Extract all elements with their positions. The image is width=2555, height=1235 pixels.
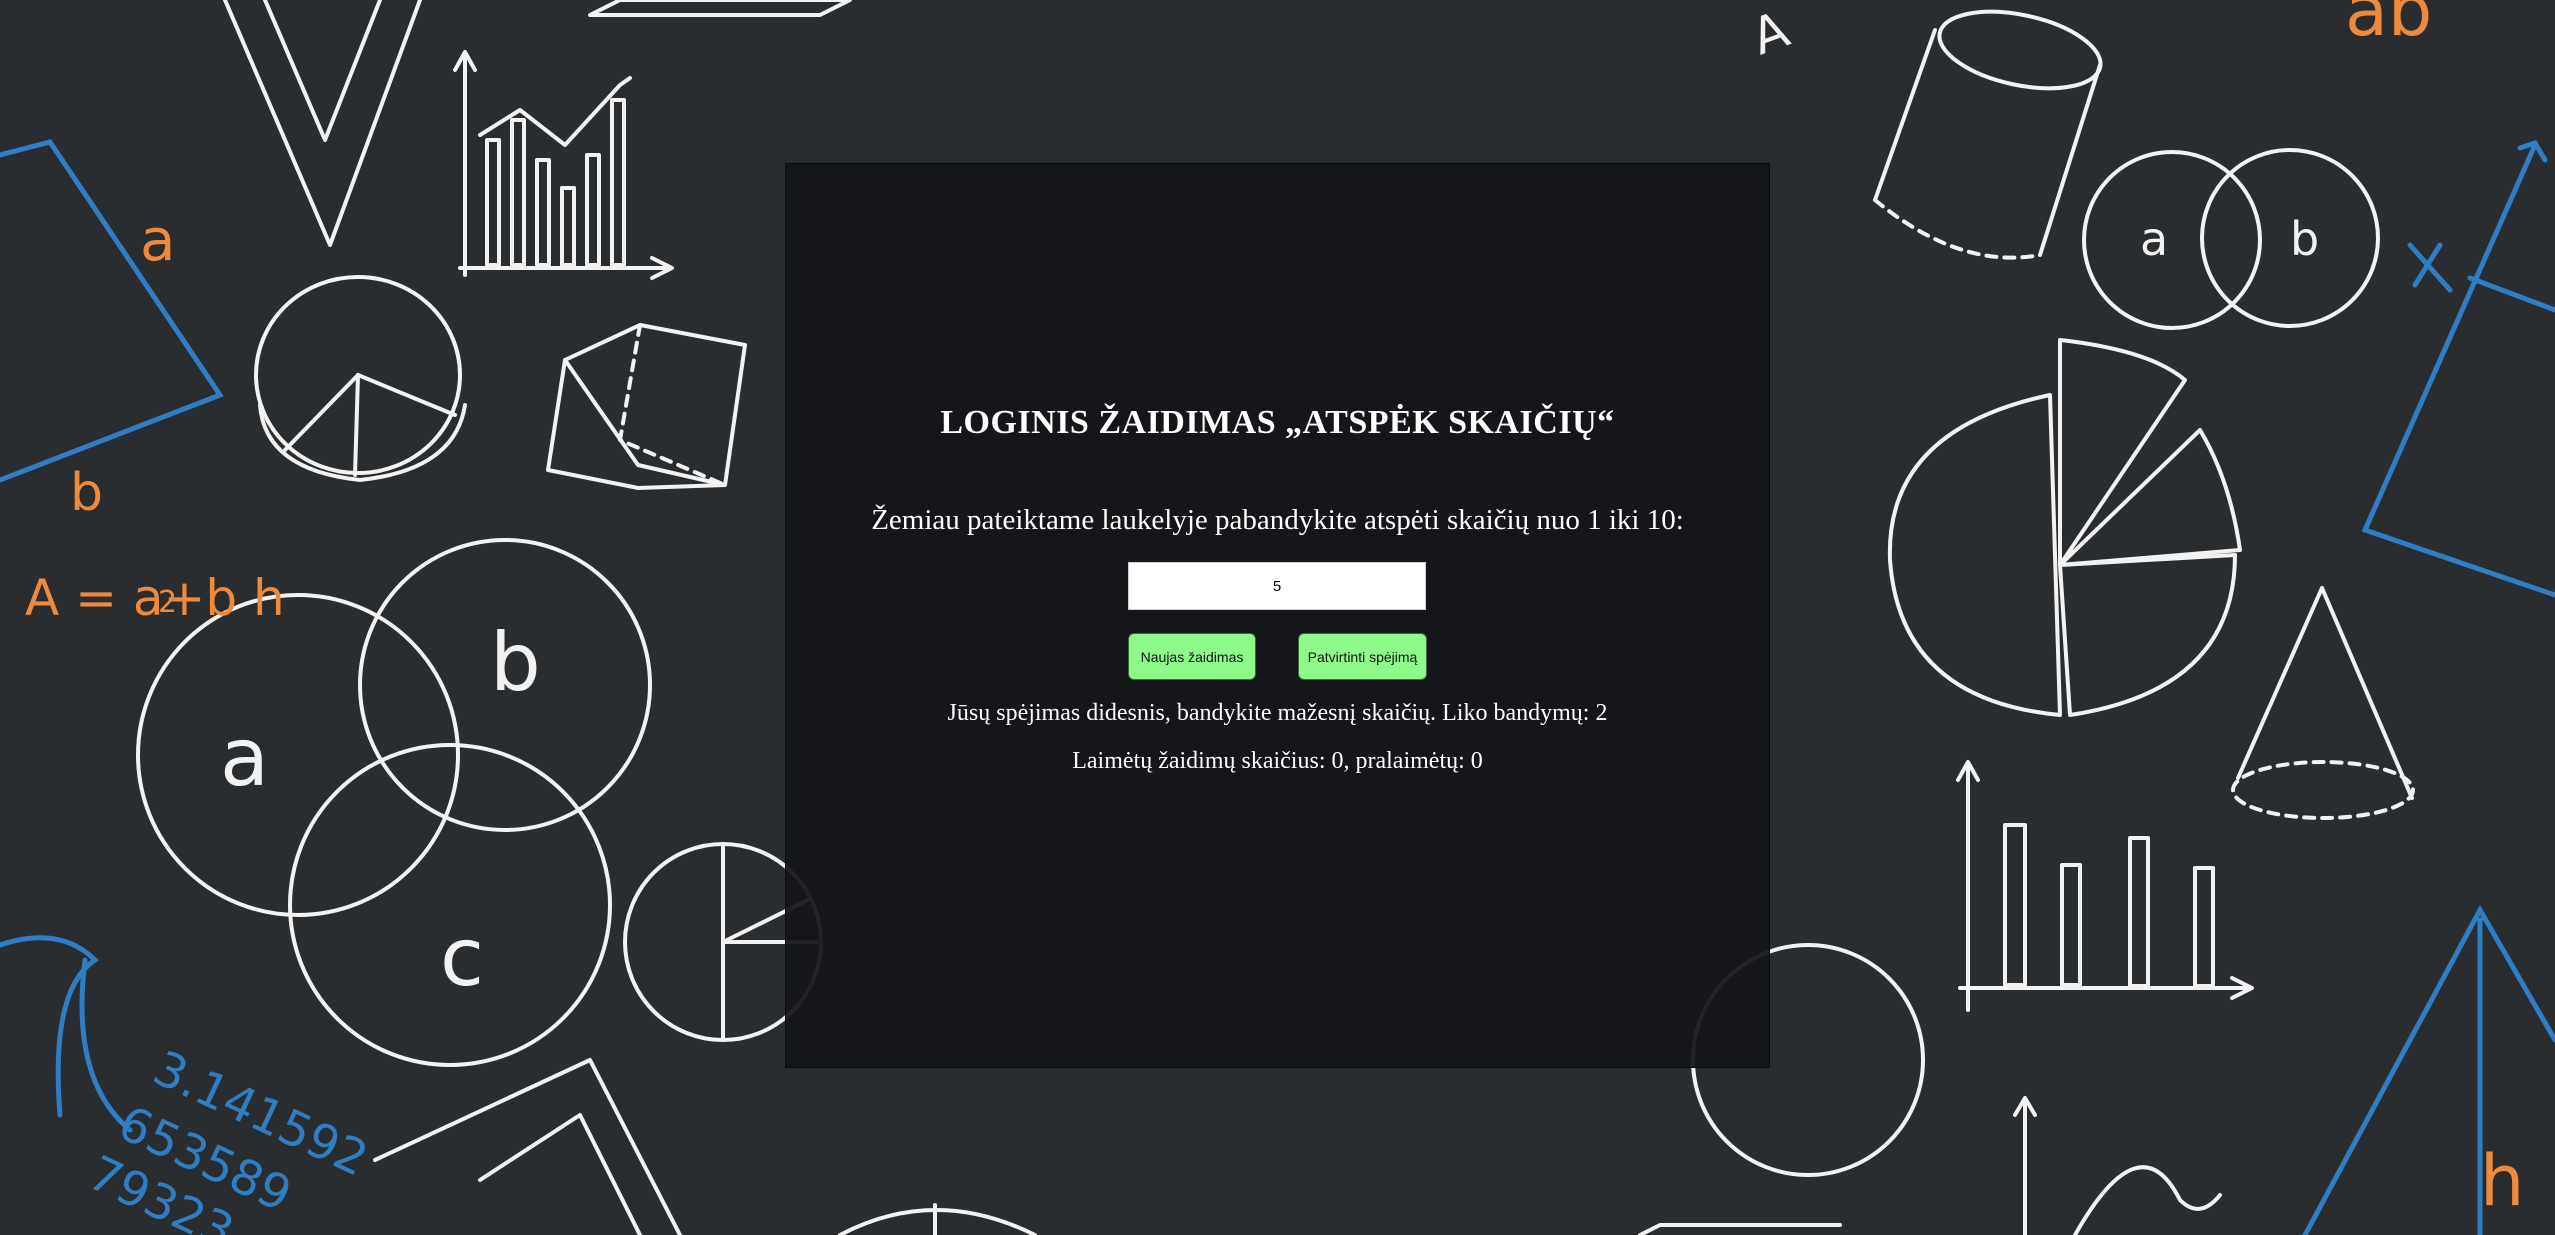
label-h-orange: h <box>2480 1140 2524 1222</box>
new-game-button[interactable]: Naujas žaidimas <box>1128 633 1256 680</box>
cylinder-drawing <box>1873 9 2103 260</box>
small-venn-label-b: b <box>2290 212 2319 266</box>
label-a-corner: A <box>1744 0 1796 66</box>
venn-label-a: a <box>220 711 269 804</box>
small-venn-label-a: a <box>2140 212 2168 266</box>
area-formula: A = a+b h <box>25 569 285 627</box>
page-title: LOGINIS ŽAIDIMAS „ATSPĖK SKAIČIŲ“ <box>940 404 1615 441</box>
feedback-message: Jūsų spėjimas didesnis, bandykite mažesn… <box>947 700 1608 726</box>
pie-3d-drawing <box>254 275 467 482</box>
venn-label-b: b <box>490 616 541 709</box>
game-panel: LOGINIS ŽAIDIMAS „ATSPĖK SKAIČIŲ“ Žemiau… <box>785 163 1770 1068</box>
venn-label-c: c <box>440 911 484 1004</box>
label-b-orange: b <box>70 463 103 523</box>
label-ab-orange: ab <box>2345 0 2432 52</box>
instructions-text: Žemiau pateiktame laukelyje pabandykite … <box>871 504 1684 536</box>
cube-drawing <box>546 323 747 490</box>
label-a-orange: a <box>140 206 176 274</box>
area-formula-denominator: 2 <box>158 585 177 620</box>
set-square-drawing <box>223 0 422 247</box>
bar-chart-drawing <box>453 50 674 280</box>
guess-input[interactable] <box>1128 562 1426 610</box>
confirm-guess-button[interactable]: Patvirtinti spėjimą <box>1298 633 1427 680</box>
game-stats: Laimėtų žaidimų skaičius: 0, pralaimėtų:… <box>1072 748 1483 774</box>
pie-chart-right-drawing <box>1887 338 2242 717</box>
